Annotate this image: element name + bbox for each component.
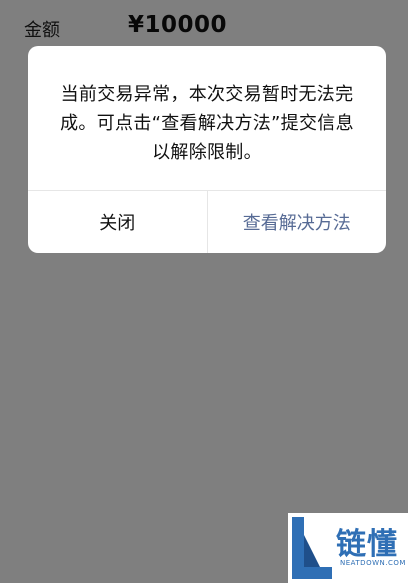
close-button[interactable]: 关闭 (28, 191, 207, 253)
dialog-button-bar: 关闭 查看解决方法 (28, 191, 386, 253)
watermark-subtitle: NEATDOWN.COM (340, 559, 406, 567)
logo-mark-icon (292, 517, 332, 579)
alert-dialog: 当前交易异常，本次交易暂时无法完成。可点击“查看解决方法”提交信息以解除限制。 … (28, 46, 386, 253)
watermark-title: 链懂 (336, 527, 398, 562)
dialog-message: 当前交易异常，本次交易暂时无法完成。可点击“查看解决方法”提交信息以解除限制。 (60, 84, 354, 163)
view-solution-button[interactable]: 查看解决方法 (208, 191, 387, 253)
watermark-logo: 链懂 NEATDOWN.COM (288, 513, 408, 583)
